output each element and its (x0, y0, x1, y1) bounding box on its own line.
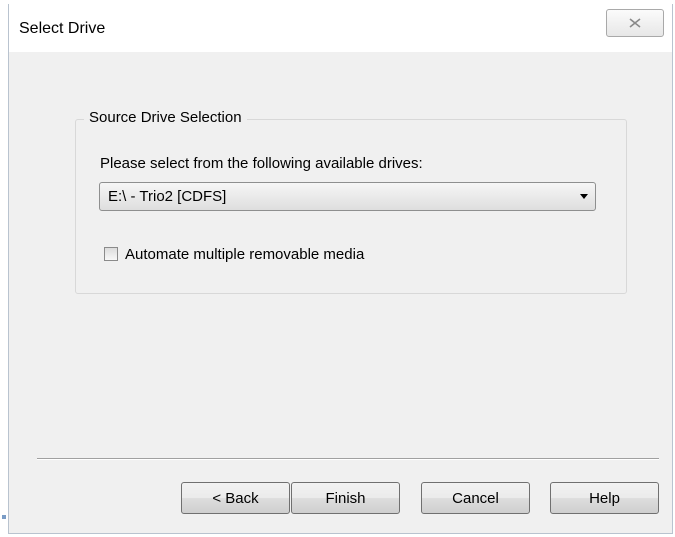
drive-select-value: E:\ - Trio2 [CDFS] (108, 188, 227, 205)
chevron-down-icon (580, 194, 588, 199)
cancel-button[interactable]: Cancel (421, 482, 530, 514)
footer-separator (37, 458, 659, 460)
automate-media-label: Automate multiple removable media (125, 245, 365, 263)
drive-select[interactable]: E:\ - Trio2 [CDFS] (99, 182, 596, 211)
help-button[interactable]: Help (550, 482, 659, 514)
instruction-label: Please select from the following availab… (100, 155, 423, 172)
dialog-body: Source Drive Selection Please select fro… (9, 52, 672, 533)
group-legend: Source Drive Selection (84, 109, 247, 126)
close-button[interactable] (606, 9, 664, 37)
automate-media-option[interactable]: Automate multiple removable media (104, 244, 364, 264)
select-drive-dialog: Select Drive Source Drive Selection Plea… (8, 4, 673, 534)
close-icon (629, 18, 641, 28)
automate-media-checkbox[interactable] (104, 247, 118, 261)
back-button[interactable]: < Back (181, 482, 290, 514)
finish-button[interactable]: Finish (291, 482, 400, 514)
source-drive-groupbox: Source Drive Selection Please select fro… (75, 109, 627, 294)
dialog-title: Select Drive (19, 20, 106, 37)
background-artifact (2, 515, 6, 519)
title-bar: Select Drive (9, 4, 672, 52)
